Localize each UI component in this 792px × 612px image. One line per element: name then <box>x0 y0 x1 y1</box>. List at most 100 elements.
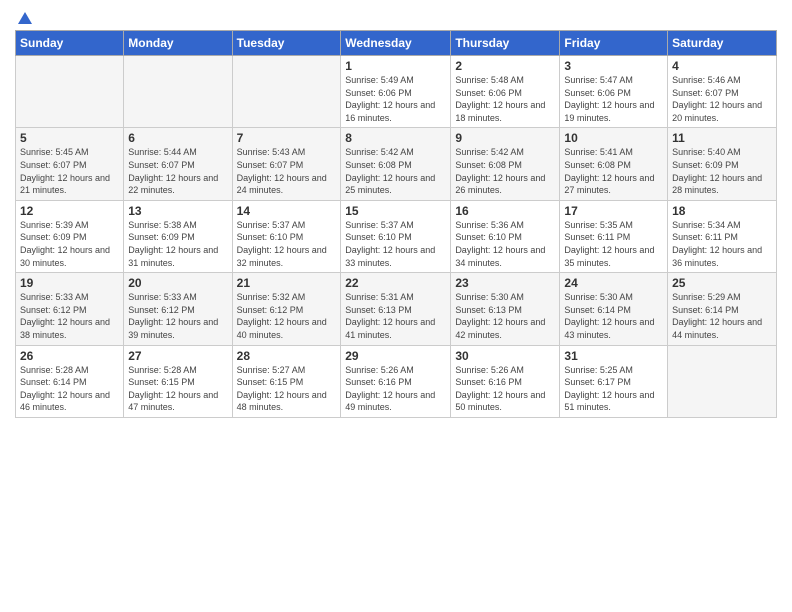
calendar-cell: 2 Sunrise: 5:48 AM Sunset: 6:06 PM Dayli… <box>451 56 560 128</box>
day-info: Sunrise: 5:42 AM Sunset: 6:08 PM Dayligh… <box>455 146 555 196</box>
day-number: 23 <box>455 276 555 290</box>
calendar-cell: 27 Sunrise: 5:28 AM Sunset: 6:15 PM Dayl… <box>124 345 232 417</box>
weekday-header: Wednesday <box>341 31 451 56</box>
day-info: Sunrise: 5:47 AM Sunset: 6:06 PM Dayligh… <box>564 74 663 124</box>
day-info: Sunrise: 5:28 AM Sunset: 6:14 PM Dayligh… <box>20 364 119 414</box>
calendar-cell: 20 Sunrise: 5:33 AM Sunset: 6:12 PM Dayl… <box>124 273 232 345</box>
weekday-header: Tuesday <box>232 31 341 56</box>
day-number: 15 <box>345 204 446 218</box>
day-info: Sunrise: 5:34 AM Sunset: 6:11 PM Dayligh… <box>672 219 772 269</box>
day-info: Sunrise: 5:43 AM Sunset: 6:07 PM Dayligh… <box>237 146 337 196</box>
day-info: Sunrise: 5:37 AM Sunset: 6:10 PM Dayligh… <box>345 219 446 269</box>
day-info: Sunrise: 5:30 AM Sunset: 6:13 PM Dayligh… <box>455 291 555 341</box>
calendar-table: SundayMondayTuesdayWednesdayThursdayFrid… <box>15 30 777 418</box>
calendar-cell: 19 Sunrise: 5:33 AM Sunset: 6:12 PM Dayl… <box>16 273 124 345</box>
calendar-cell: 26 Sunrise: 5:28 AM Sunset: 6:14 PM Dayl… <box>16 345 124 417</box>
calendar-cell: 8 Sunrise: 5:42 AM Sunset: 6:08 PM Dayli… <box>341 128 451 200</box>
day-info: Sunrise: 5:41 AM Sunset: 6:08 PM Dayligh… <box>564 146 663 196</box>
day-info: Sunrise: 5:42 AM Sunset: 6:08 PM Dayligh… <box>345 146 446 196</box>
day-info: Sunrise: 5:46 AM Sunset: 6:07 PM Dayligh… <box>672 74 772 124</box>
day-info: Sunrise: 5:32 AM Sunset: 6:12 PM Dayligh… <box>237 291 337 341</box>
calendar-week-row: 5 Sunrise: 5:45 AM Sunset: 6:07 PM Dayli… <box>16 128 777 200</box>
calendar-week-row: 12 Sunrise: 5:39 AM Sunset: 6:09 PM Dayl… <box>16 200 777 272</box>
day-info: Sunrise: 5:27 AM Sunset: 6:15 PM Dayligh… <box>237 364 337 414</box>
day-number: 19 <box>20 276 119 290</box>
day-number: 5 <box>20 131 119 145</box>
day-number: 25 <box>672 276 772 290</box>
day-number: 27 <box>128 349 227 363</box>
day-info: Sunrise: 5:30 AM Sunset: 6:14 PM Dayligh… <box>564 291 663 341</box>
calendar-cell: 15 Sunrise: 5:37 AM Sunset: 6:10 PM Dayl… <box>341 200 451 272</box>
calendar-cell: 17 Sunrise: 5:35 AM Sunset: 6:11 PM Dayl… <box>560 200 668 272</box>
day-number: 10 <box>564 131 663 145</box>
calendar-cell: 25 Sunrise: 5:29 AM Sunset: 6:14 PM Dayl… <box>668 273 777 345</box>
calendar-cell <box>232 56 341 128</box>
calendar-cell: 14 Sunrise: 5:37 AM Sunset: 6:10 PM Dayl… <box>232 200 341 272</box>
day-number: 3 <box>564 59 663 73</box>
day-info: Sunrise: 5:33 AM Sunset: 6:12 PM Dayligh… <box>128 291 227 341</box>
header <box>15 10 777 26</box>
day-info: Sunrise: 5:37 AM Sunset: 6:10 PM Dayligh… <box>237 219 337 269</box>
calendar-cell: 18 Sunrise: 5:34 AM Sunset: 6:11 PM Dayl… <box>668 200 777 272</box>
day-number: 13 <box>128 204 227 218</box>
day-number: 9 <box>455 131 555 145</box>
day-info: Sunrise: 5:33 AM Sunset: 6:12 PM Dayligh… <box>20 291 119 341</box>
day-number: 8 <box>345 131 446 145</box>
day-info: Sunrise: 5:31 AM Sunset: 6:13 PM Dayligh… <box>345 291 446 341</box>
calendar-cell: 21 Sunrise: 5:32 AM Sunset: 6:12 PM Dayl… <box>232 273 341 345</box>
weekday-header: Sunday <box>16 31 124 56</box>
calendar-cell <box>16 56 124 128</box>
day-number: 20 <box>128 276 227 290</box>
calendar-week-row: 26 Sunrise: 5:28 AM Sunset: 6:14 PM Dayl… <box>16 345 777 417</box>
day-number: 2 <box>455 59 555 73</box>
day-number: 7 <box>237 131 337 145</box>
weekday-header: Monday <box>124 31 232 56</box>
calendar-cell: 9 Sunrise: 5:42 AM Sunset: 6:08 PM Dayli… <box>451 128 560 200</box>
weekday-header: Thursday <box>451 31 560 56</box>
calendar-cell: 13 Sunrise: 5:38 AM Sunset: 6:09 PM Dayl… <box>124 200 232 272</box>
day-info: Sunrise: 5:40 AM Sunset: 6:09 PM Dayligh… <box>672 146 772 196</box>
calendar-cell: 23 Sunrise: 5:30 AM Sunset: 6:13 PM Dayl… <box>451 273 560 345</box>
day-info: Sunrise: 5:36 AM Sunset: 6:10 PM Dayligh… <box>455 219 555 269</box>
calendar-cell: 1 Sunrise: 5:49 AM Sunset: 6:06 PM Dayli… <box>341 56 451 128</box>
day-info: Sunrise: 5:44 AM Sunset: 6:07 PM Dayligh… <box>128 146 227 196</box>
day-info: Sunrise: 5:29 AM Sunset: 6:14 PM Dayligh… <box>672 291 772 341</box>
weekday-header: Saturday <box>668 31 777 56</box>
calendar-cell: 5 Sunrise: 5:45 AM Sunset: 6:07 PM Dayli… <box>16 128 124 200</box>
calendar-cell: 22 Sunrise: 5:31 AM Sunset: 6:13 PM Dayl… <box>341 273 451 345</box>
day-info: Sunrise: 5:39 AM Sunset: 6:09 PM Dayligh… <box>20 219 119 269</box>
calendar-cell: 12 Sunrise: 5:39 AM Sunset: 6:09 PM Dayl… <box>16 200 124 272</box>
day-number: 11 <box>672 131 772 145</box>
day-number: 1 <box>345 59 446 73</box>
calendar-cell: 11 Sunrise: 5:40 AM Sunset: 6:09 PM Dayl… <box>668 128 777 200</box>
day-number: 14 <box>237 204 337 218</box>
day-number: 22 <box>345 276 446 290</box>
calendar-cell <box>124 56 232 128</box>
day-info: Sunrise: 5:38 AM Sunset: 6:09 PM Dayligh… <box>128 219 227 269</box>
calendar-cell: 7 Sunrise: 5:43 AM Sunset: 6:07 PM Dayli… <box>232 128 341 200</box>
calendar-cell: 10 Sunrise: 5:41 AM Sunset: 6:08 PM Dayl… <box>560 128 668 200</box>
logo-icon <box>16 10 34 28</box>
day-info: Sunrise: 5:28 AM Sunset: 6:15 PM Dayligh… <box>128 364 227 414</box>
calendar-week-row: 1 Sunrise: 5:49 AM Sunset: 6:06 PM Dayli… <box>16 56 777 128</box>
calendar-cell: 3 Sunrise: 5:47 AM Sunset: 6:06 PM Dayli… <box>560 56 668 128</box>
day-info: Sunrise: 5:25 AM Sunset: 6:17 PM Dayligh… <box>564 364 663 414</box>
calendar-cell: 16 Sunrise: 5:36 AM Sunset: 6:10 PM Dayl… <box>451 200 560 272</box>
day-number: 24 <box>564 276 663 290</box>
calendar-cell: 31 Sunrise: 5:25 AM Sunset: 6:17 PM Dayl… <box>560 345 668 417</box>
day-info: Sunrise: 5:45 AM Sunset: 6:07 PM Dayligh… <box>20 146 119 196</box>
calendar-header-row: SundayMondayTuesdayWednesdayThursdayFrid… <box>16 31 777 56</box>
day-number: 21 <box>237 276 337 290</box>
day-info: Sunrise: 5:35 AM Sunset: 6:11 PM Dayligh… <box>564 219 663 269</box>
day-number: 6 <box>128 131 227 145</box>
day-number: 4 <box>672 59 772 73</box>
day-number: 18 <box>672 204 772 218</box>
day-number: 28 <box>237 349 337 363</box>
day-number: 30 <box>455 349 555 363</box>
day-info: Sunrise: 5:26 AM Sunset: 6:16 PM Dayligh… <box>455 364 555 414</box>
calendar-cell: 30 Sunrise: 5:26 AM Sunset: 6:16 PM Dayl… <box>451 345 560 417</box>
day-number: 26 <box>20 349 119 363</box>
day-number: 17 <box>564 204 663 218</box>
day-info: Sunrise: 5:48 AM Sunset: 6:06 PM Dayligh… <box>455 74 555 124</box>
calendar-cell: 4 Sunrise: 5:46 AM Sunset: 6:07 PM Dayli… <box>668 56 777 128</box>
